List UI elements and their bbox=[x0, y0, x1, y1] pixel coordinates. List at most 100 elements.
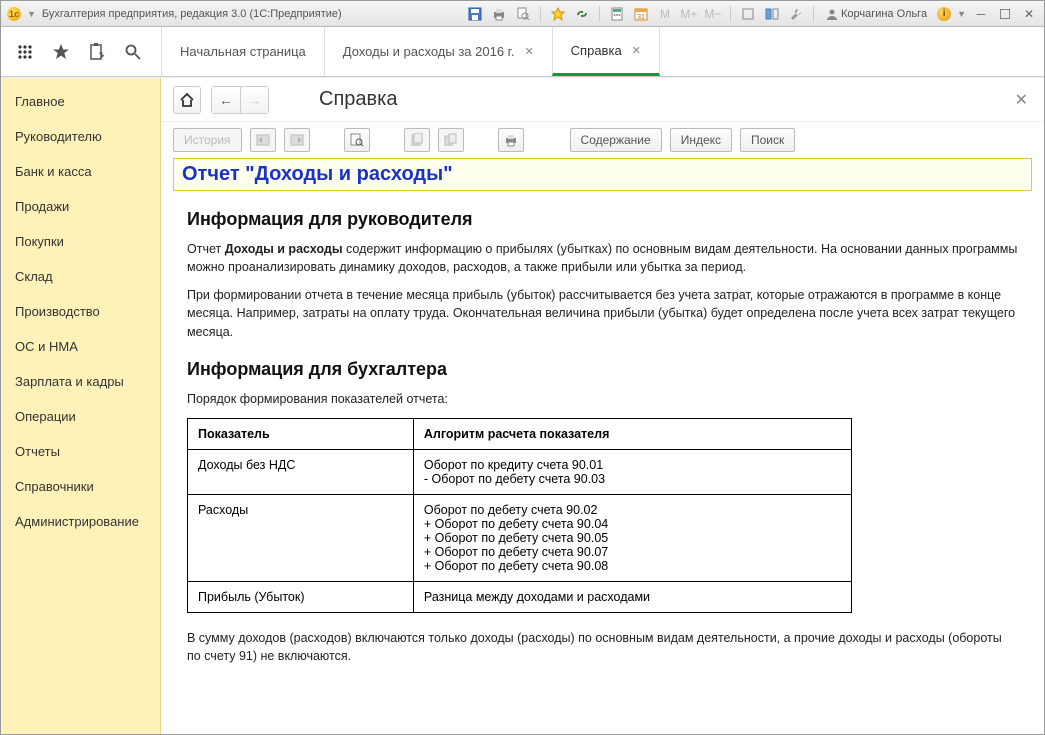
sidebar-item-salary-hr[interactable]: Зарплата и кадры bbox=[1, 364, 160, 399]
back-button[interactable]: ← bbox=[212, 87, 240, 113]
copy-multi-icon bbox=[438, 128, 464, 152]
forward-button: → bbox=[240, 87, 268, 113]
app-logo-icon: 1c bbox=[7, 7, 21, 21]
app-menu-dropdown-icon[interactable]: ▼ bbox=[27, 9, 36, 19]
tab-label: Справка bbox=[571, 43, 622, 58]
tab-close-icon[interactable]: ✕ bbox=[632, 44, 641, 57]
section-heading-accountant: Информация для бухгалтера bbox=[187, 359, 1018, 380]
current-user[interactable]: Корчагина Ольга bbox=[826, 8, 927, 20]
history-clipboard-icon[interactable] bbox=[87, 42, 107, 62]
sidebar-item-manager[interactable]: Руководителю bbox=[1, 119, 160, 154]
current-user-name: Корчагина Ольга bbox=[841, 8, 927, 20]
cell-algorithm: Оборот по дебету счета 90.02 + Оборот по… bbox=[413, 494, 851, 581]
content-header: ← → Справка ✕ bbox=[161, 78, 1044, 122]
svg-text:31: 31 bbox=[637, 14, 645, 21]
find-in-page-icon[interactable] bbox=[344, 128, 370, 152]
copy-icon bbox=[404, 128, 430, 152]
settings-wrench-icon[interactable] bbox=[787, 5, 805, 23]
sidebar-item-purchases[interactable]: Покупки bbox=[1, 224, 160, 259]
calendar-icon[interactable]: 31 bbox=[632, 5, 650, 23]
quick-tools bbox=[1, 27, 161, 76]
nav-back-forward: ← → bbox=[211, 86, 269, 114]
help-content: Отчет "Доходы и расходы" Информация для … bbox=[161, 158, 1044, 734]
separator bbox=[599, 6, 600, 22]
table-row: Доходы без НДС Оборот по кредиту счета 9… bbox=[188, 449, 852, 494]
tab-label: Начальная страница bbox=[180, 44, 306, 59]
m-plus-icon[interactable]: M+ bbox=[680, 5, 698, 23]
contents-button[interactable]: Содержание bbox=[570, 128, 662, 152]
cell-indicator: Расходы bbox=[188, 494, 414, 581]
help-toolbar: История Содержание Индекс Поиск bbox=[161, 122, 1044, 158]
sidebar-item-production[interactable]: Производство bbox=[1, 294, 160, 329]
favorites-star-icon[interactable] bbox=[51, 42, 71, 62]
home-button[interactable] bbox=[173, 86, 201, 114]
tab-close-icon[interactable]: ✕ bbox=[524, 45, 533, 58]
m-bookmark-icon[interactable]: M bbox=[656, 5, 674, 23]
separator bbox=[540, 6, 541, 22]
paragraph: Порядок формирования показателей отчета: bbox=[187, 390, 1018, 408]
sidebar-item-reports[interactable]: Отчеты bbox=[1, 434, 160, 469]
search-help-button[interactable]: Поиск bbox=[740, 128, 795, 152]
save-icon[interactable] bbox=[466, 5, 484, 23]
sidebar-item-warehouse[interactable]: Склад bbox=[1, 259, 160, 294]
minimize-window-icon[interactable]: ─ bbox=[972, 5, 990, 23]
print-help-icon[interactable] bbox=[498, 128, 524, 152]
sidebar-item-administration[interactable]: Администрирование bbox=[1, 504, 160, 539]
sidebar-item-bank-cash[interactable]: Банк и касса bbox=[1, 154, 160, 189]
calculator-icon[interactable] bbox=[608, 5, 626, 23]
report-title-box: Отчет "Доходы и расходы" bbox=[173, 158, 1032, 191]
window-title: Бухгалтерия предприятия, редакция 3.0 (1… bbox=[42, 8, 342, 20]
paragraph: При формировании отчета в течение месяца… bbox=[187, 286, 1018, 340]
window-single-icon[interactable] bbox=[739, 5, 757, 23]
cell-algorithm: Оборот по кредиту счета 90.01 - Оборот п… bbox=[413, 449, 851, 494]
search-icon[interactable] bbox=[123, 42, 143, 62]
maximize-window-icon[interactable] bbox=[996, 5, 1014, 23]
m-minus-icon[interactable]: M− bbox=[704, 5, 722, 23]
link-icon[interactable] bbox=[573, 5, 591, 23]
sidebar-item-fixed-assets[interactable]: ОС и НМА bbox=[1, 329, 160, 364]
tab-help[interactable]: Справка ✕ bbox=[552, 27, 660, 76]
info-icon[interactable]: i bbox=[937, 7, 951, 21]
tab-label: Доходы и расходы за 2016 г. bbox=[343, 44, 515, 59]
separator bbox=[813, 6, 814, 22]
window-titlebar: 1c ▼ Бухгалтерия предприятия, редакция 3… bbox=[1, 1, 1044, 27]
history-button: История bbox=[173, 128, 242, 152]
table-header-indicator: Показатель bbox=[188, 418, 414, 449]
tab-income-expense-2016[interactable]: Доходы и расходы за 2016 г. ✕ bbox=[324, 27, 552, 76]
table-header-algorithm: Алгоритм расчета показателя bbox=[413, 418, 851, 449]
tab-start-page[interactable]: Начальная страница bbox=[161, 27, 324, 76]
sidebar-item-main[interactable]: Главное bbox=[1, 84, 160, 119]
preview-icon[interactable] bbox=[514, 5, 532, 23]
print-icon[interactable] bbox=[490, 5, 508, 23]
sidebar-item-operations[interactable]: Операции bbox=[1, 399, 160, 434]
nav-prev-icon bbox=[250, 128, 276, 152]
separator bbox=[730, 6, 731, 22]
nav-next-icon bbox=[284, 128, 310, 152]
info-dropdown-icon[interactable]: ▼ bbox=[957, 9, 966, 19]
cell-indicator: Прибыль (Убыток) bbox=[188, 581, 414, 612]
sidebar-item-catalogs[interactable]: Справочники bbox=[1, 469, 160, 504]
window-split-icon[interactable] bbox=[763, 5, 781, 23]
index-button[interactable]: Индекс bbox=[670, 128, 732, 152]
page-title: Справка bbox=[319, 88, 1001, 111]
cell-indicator: Доходы без НДС bbox=[188, 449, 414, 494]
top-row: Начальная страница Доходы и расходы за 2… bbox=[1, 27, 1044, 77]
text: Отчет bbox=[187, 242, 225, 256]
favorite-star-icon[interactable] bbox=[549, 5, 567, 23]
sidebar: Главное Руководителю Банк и касса Продаж… bbox=[1, 78, 161, 734]
table-row: Расходы Оборот по дебету счета 90.02 + О… bbox=[188, 494, 852, 581]
user-icon bbox=[826, 8, 838, 20]
section-heading-manager: Информация для руководителя bbox=[187, 209, 1018, 230]
cell-algorithm: Разница между доходами и расходами bbox=[413, 581, 851, 612]
sidebar-item-sales[interactable]: Продажи bbox=[1, 189, 160, 224]
tab-bar: Начальная страница Доходы и расходы за 2… bbox=[161, 27, 1044, 76]
paragraph: Отчет Доходы и расходы содержит информац… bbox=[187, 240, 1018, 276]
apps-grid-icon[interactable] bbox=[15, 42, 35, 62]
content-close-icon[interactable]: ✕ bbox=[1011, 86, 1032, 114]
text-bold: Доходы и расходы bbox=[225, 242, 343, 256]
report-title: Отчет "Доходы и расходы" bbox=[182, 163, 453, 185]
paragraph: В сумму доходов (расходов) включаются то… bbox=[187, 629, 1018, 665]
algorithm-table: Показатель Алгоритм расчета показателя Д… bbox=[187, 418, 852, 613]
close-window-icon[interactable]: ✕ bbox=[1020, 5, 1038, 23]
table-row: Прибыль (Убыток) Разница между доходами … bbox=[188, 581, 852, 612]
